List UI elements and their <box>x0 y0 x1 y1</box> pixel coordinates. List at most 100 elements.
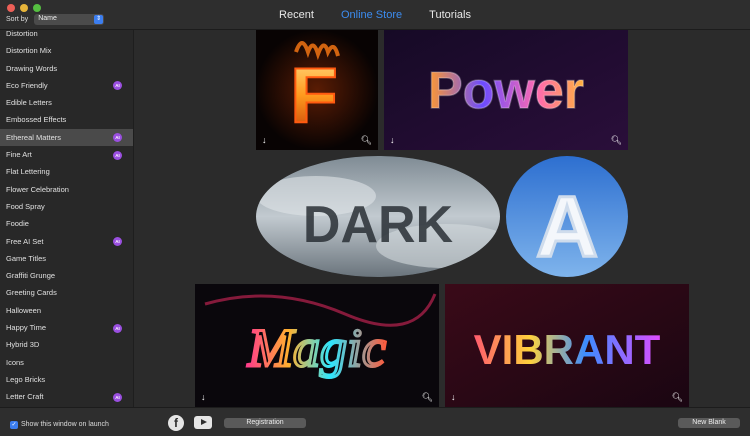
zoom-icon[interactable]: 🔍︎ <box>611 261 622 272</box>
sidebar-item[interactable]: Graffiti Grunge <box>0 267 133 284</box>
youtube-icon[interactable] <box>194 416 212 429</box>
tile-text-power: Power <box>428 62 584 120</box>
ai-badge: AI <box>113 237 122 247</box>
gallery-tile-magic[interactable]: Magic ↓ 🔍︎ <box>195 284 439 407</box>
tile-artwork: Power <box>384 30 628 150</box>
new-blank-button[interactable]: New Blank <box>678 418 740 428</box>
ai-badge: AI <box>113 133 122 143</box>
facebook-icon[interactable]: f <box>168 415 184 431</box>
sidebar-item[interactable]: Hybrid 3D <box>0 336 133 353</box>
sidebar-item[interactable]: Halloween <box>0 302 133 319</box>
sidebar-item-label: Edible Letters <box>6 98 52 108</box>
category-list: Distortion Distortion Mix Drawing Words Eco… <box>0 30 133 406</box>
sidebar-item-label: Fine Art <box>6 150 32 160</box>
sidebar-item-label: Halloween <box>6 305 42 315</box>
tile-artwork: A <box>506 156 628 277</box>
sidebar-item[interactable]: Game Titles <box>0 250 133 267</box>
tab-tutorials[interactable]: Tutorials <box>429 9 471 21</box>
sidebar-item-label: Free AI Set <box>6 236 44 246</box>
sidebar-item[interactable]: Drawing Words <box>0 60 133 77</box>
zoom-icon[interactable]: 🔍︎ <box>611 135 622 145</box>
sidebar-item-label: Game Titles <box>6 253 47 263</box>
sidebar-item[interactable]: Distortion Mix <box>0 42 133 59</box>
tile-artwork: Magic <box>195 284 439 407</box>
sidebar-item-label: Graffiti Grunge <box>6 271 56 281</box>
tab-recent[interactable]: Recent <box>279 9 314 21</box>
tile-text-a: A <box>536 179 598 275</box>
sidebar-item-label: Food Spray <box>6 201 45 211</box>
sidebar-item-label: Happy Time <box>6 323 47 333</box>
sidebar-item-label: Icons <box>6 357 24 367</box>
sort-select[interactable]: Name ⇕ <box>34 14 105 25</box>
sidebar-item-label: Drawing Words <box>6 63 58 73</box>
sidebar-item[interactable]: Distortion <box>0 30 133 42</box>
sidebar-item-label: Distortion <box>6 30 38 38</box>
tile-text-magic: Magic <box>247 318 386 378</box>
gallery-tile-dark[interactable]: DARK ↓ 🔍︎ <box>256 156 500 277</box>
tab-online-store[interactable]: Online Store <box>341 9 402 21</box>
sort-value: Name <box>38 15 57 22</box>
sidebar-item-label: Flat Lettering <box>6 167 50 177</box>
sidebar-item[interactable]: Fine Art AI <box>0 146 133 163</box>
gallery-tile-a[interactable]: A ↓ 🔍︎ <box>506 156 628 277</box>
download-icon[interactable]: ↓ <box>390 135 395 145</box>
tile-artwork: DARK <box>256 156 500 277</box>
zoom-icon[interactable]: 🔍︎ <box>483 261 494 272</box>
ai-badge: AI <box>113 81 122 91</box>
show-on-launch-checkbox[interactable]: ✓ <box>10 421 18 429</box>
gallery-tile-power[interactable]: Power ↓ 🔍︎ <box>384 30 628 150</box>
sidebar-item[interactable]: Edible Letters <box>0 94 133 111</box>
sidebar-item-label: Foodie <box>6 219 29 229</box>
tab-bar: Recent Online Store Tutorials <box>0 9 750 21</box>
category-sidebar[interactable]: Distortion Distortion Mix Drawing Words Eco… <box>0 30 134 407</box>
ai-badge: AI <box>113 323 122 333</box>
title-bar: Recent Online Store Tutorials Sort by Na… <box>0 0 750 30</box>
sidebar-item-label: Ethereal Matters <box>6 132 62 142</box>
sidebar-item[interactable]: Eco Friendly AI <box>0 77 133 94</box>
sort-row: Sort by Name ⇕ <box>6 14 105 25</box>
sort-label: Sort by <box>6 16 29 23</box>
footer-bar: ✓ Show this window on launch f Registrat… <box>0 407 750 436</box>
tile-artwork: F <box>256 30 378 150</box>
sidebar-item-label: Greeting Cards <box>6 288 57 298</box>
registration-button[interactable]: Registration <box>224 418 306 428</box>
ai-badge: AI <box>113 392 122 402</box>
zoom-icon[interactable]: 🔍︎ <box>361 135 372 145</box>
ai-badge: AI <box>113 150 122 160</box>
sidebar-item[interactable]: Flat Lettering <box>0 163 133 180</box>
sidebar-item-label: Flower Celebration <box>6 184 69 194</box>
sidebar-item[interactable]: Ethereal Matters AI <box>0 128 133 147</box>
tile-text-vibrant: VIBRANT <box>474 326 661 373</box>
sidebar-item-label: Letter Craft <box>6 392 44 402</box>
download-icon[interactable]: ↓ <box>512 261 523 272</box>
sidebar-item[interactable]: Lego Bricks <box>0 371 133 388</box>
sidebar-item[interactable]: Food Spray <box>0 198 133 215</box>
sidebar-item[interactable]: Greeting Cards <box>0 284 133 301</box>
show-on-launch-label: Show this window on launch <box>21 421 109 428</box>
sidebar-item[interactable]: Foodie <box>0 215 133 232</box>
sidebar-item-label: Embossed Effects <box>6 115 67 125</box>
chevron-updown-icon: ⇕ <box>94 15 104 24</box>
download-icon[interactable]: ↓ <box>262 135 267 145</box>
sidebar-item[interactable]: Embossed Effects <box>0 111 133 128</box>
sidebar-item-label: Lego Bricks <box>6 374 46 384</box>
sidebar-item-label: Eco Friendly <box>6 80 48 90</box>
tile-text-dark: DARK <box>303 196 454 254</box>
gallery-tile-f[interactable]: F ↓ 🔍︎ <box>256 30 378 150</box>
gallery-tile-vibrant[interactable]: VIBRANT ↓ 🔍︎ <box>445 284 689 407</box>
sidebar-item[interactable]: Free AI Set AI <box>0 233 133 250</box>
tile-artwork: VIBRANT <box>445 284 689 407</box>
zoom-icon[interactable]: 🔍︎ <box>672 392 683 402</box>
zoom-icon[interactable]: 🔍︎ <box>422 392 433 402</box>
sidebar-item[interactable]: Letter Craft AI <box>0 388 133 405</box>
sidebar-item-label: Hybrid 3D <box>6 340 40 350</box>
download-icon[interactable]: ↓ <box>451 392 456 402</box>
sidebar-item[interactable]: Flower Celebration <box>0 181 133 198</box>
sidebar-item[interactable]: Icons <box>0 354 133 371</box>
gallery[interactable]: F ↓ 🔍︎ Power ↓ 🔍︎ DARK ↓ 🔍︎ A ↓ 🔍︎ Magic… <box>135 30 750 407</box>
sidebar-item[interactable]: Happy Time AI <box>0 319 133 336</box>
download-icon[interactable]: ↓ <box>262 261 273 272</box>
tile-text-f: F <box>290 51 338 139</box>
sidebar-item-label: Distortion Mix <box>6 46 52 56</box>
download-icon[interactable]: ↓ <box>201 392 206 402</box>
